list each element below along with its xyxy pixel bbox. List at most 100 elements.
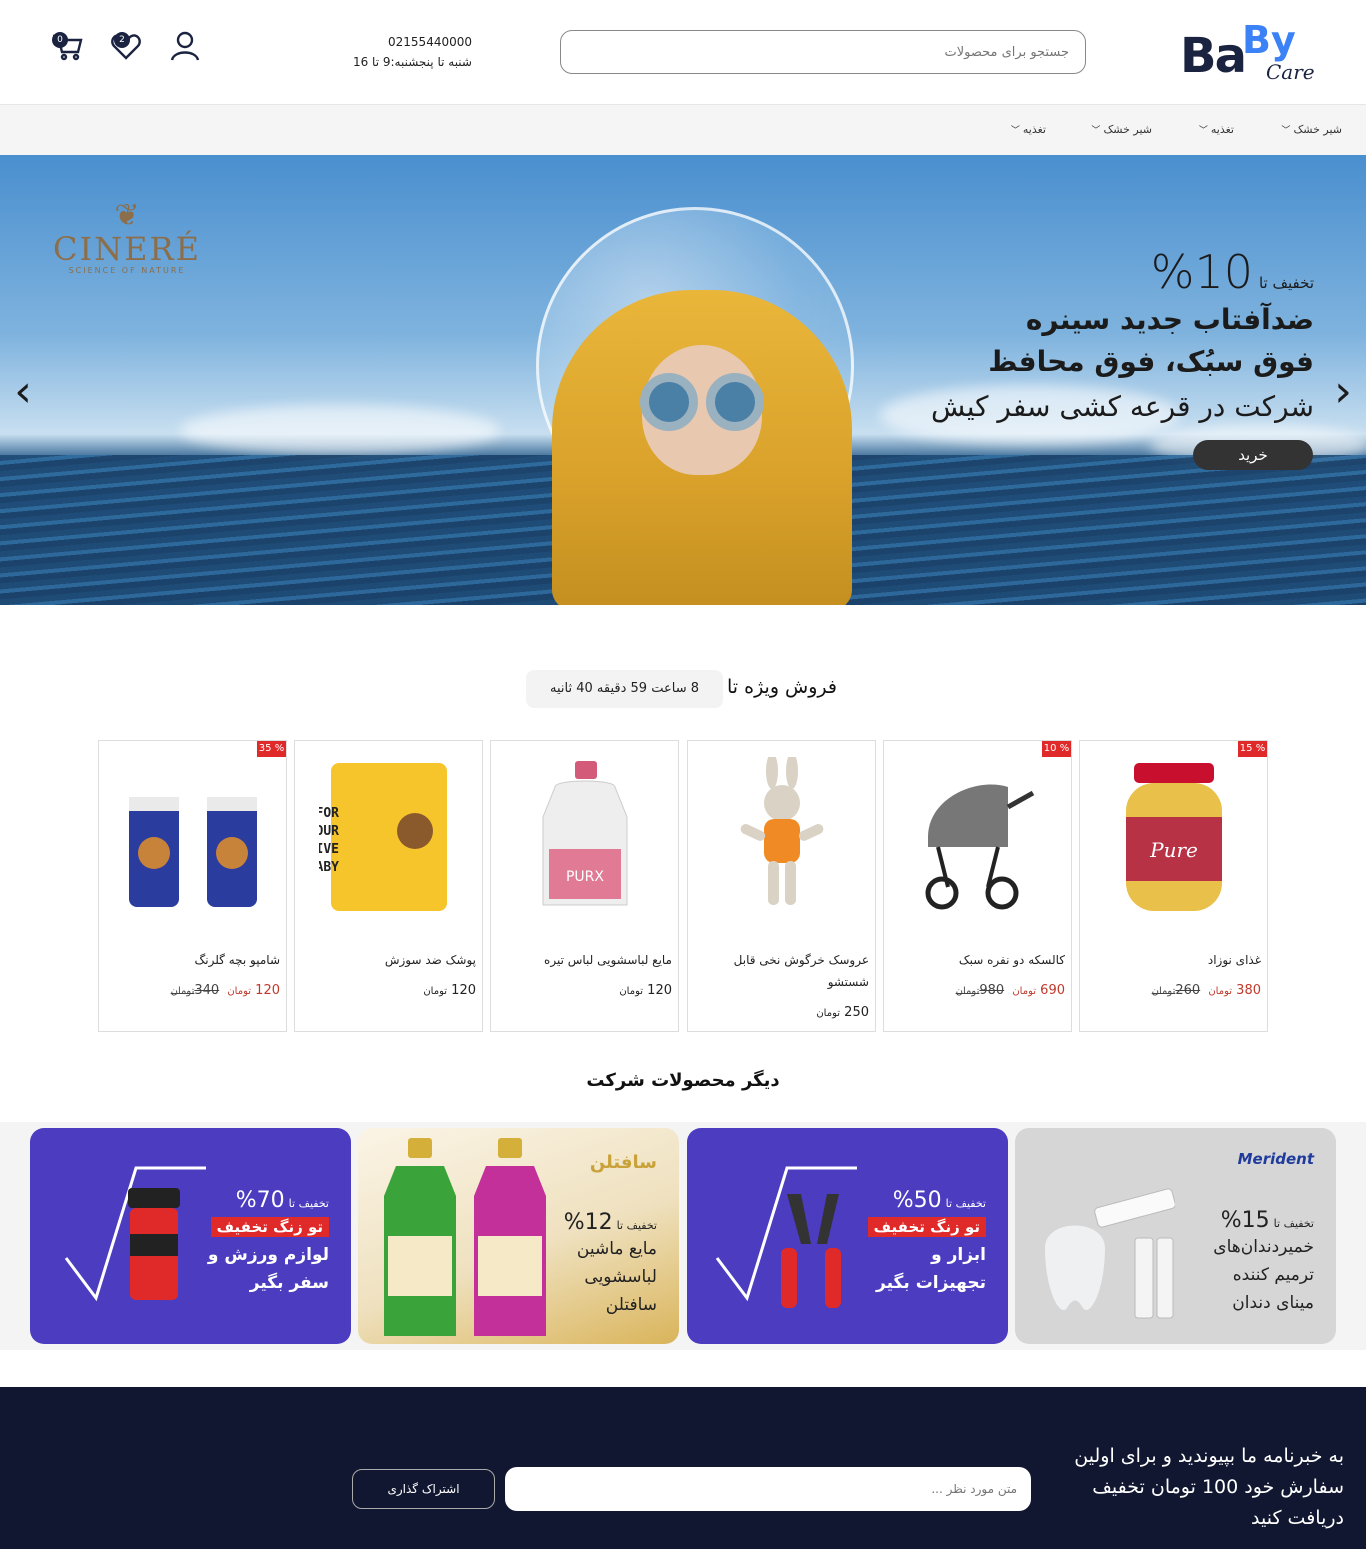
baby-food-jar-icon: Pure: [1126, 763, 1222, 911]
hero-discount-value: 10%: [1150, 245, 1253, 299]
logo-by: By: [1242, 18, 1296, 62]
special-sale-title: فروش ویژه تا: [727, 676, 837, 698]
product-card[interactable]: FOR YOUR ACTIVE BABY پوشک ضد سوزش 120 تو…: [294, 740, 483, 1032]
product-card[interactable]: 10 % کالسکه دو نفره سبک 690 تومان 980توم…: [883, 740, 1072, 1032]
old-price-value: 260: [1175, 983, 1201, 998]
heart-icon[interactable]: 2: [108, 28, 144, 64]
discount-badge: 35 %: [257, 741, 286, 757]
svg-text:YOUR: YOUR: [319, 824, 339, 839]
promo-text: تخفیف تا12% مایع ماشین لباسشویی سافتلن: [527, 1210, 657, 1319]
promo-line: مایع ماشین: [576, 1239, 657, 1259]
product-title[interactable]: پوشک ضد سوزش: [300, 949, 476, 971]
promo-tools[interactable]: تخفیف تا50% تو زنگ تخفیف ابزار و تجهیزات…: [687, 1128, 1008, 1344]
promo-text: تخفیف تا15% خمیردندان‌های ترمیم کننده می…: [1144, 1208, 1314, 1317]
merident-logo: Merident: [1237, 1150, 1314, 1168]
promo-prefix: تخفیف تا: [288, 1197, 329, 1210]
old-price-currency: تومان: [170, 986, 195, 997]
hero-line-2: فوق سبُک، فوق محافظ: [988, 345, 1314, 378]
promo-sports[interactable]: تخفیف تا70% تو زنگ تخفیف لوازم ورزش و سف…: [30, 1128, 351, 1344]
old-price: 260تومان: [1152, 983, 1201, 998]
product-card[interactable]: عروسک خرگوش نخی قابل شستشو 250 تومان: [687, 740, 876, 1032]
chevron-left-icon[interactable]: ‹: [8, 370, 38, 420]
product-title[interactable]: غذای نوزاد: [1085, 949, 1261, 971]
product-title[interactable]: مایع لباسشویی لباس تیره: [496, 949, 672, 971]
bunny-toy-icon: [740, 757, 824, 905]
price-value: 250: [844, 1005, 869, 1020]
promo-prefix: تخفیف تا: [945, 1197, 986, 1210]
search-input[interactable]: [561, 31, 1085, 73]
product-price: 120 تومان 340تومان: [171, 983, 280, 998]
hero-banner[interactable]: ❦ CINERÉ SCIENCE OF NATURE تخفیف تا 10% ض…: [0, 155, 1366, 605]
newsletter-input-box[interactable]: [505, 1467, 1031, 1511]
newsletter-input[interactable]: [505, 1467, 1031, 1511]
hero-text: تخفیف تا 10% ضدآفتاب جدید سینره فوق سبُک،…: [854, 245, 1314, 431]
search-box[interactable]: [560, 30, 1086, 74]
nav-item-label: شیر خشک: [1103, 123, 1152, 136]
promo-softlan[interactable]: سافتلن تخفیف تا12% مایع ماشین لباسشویی س…: [358, 1128, 679, 1344]
user-icon[interactable]: [167, 28, 203, 64]
promo-tag: تو زنگ تخفیف: [867, 1217, 986, 1237]
promo-prefix: تخفیف تا: [616, 1219, 657, 1232]
price-currency: تومان: [816, 1008, 841, 1019]
chevron-down-icon: ﹀: [1010, 126, 1020, 136]
newsletter-section: به خبرنامه ما بپیوندید و برای اولین سفار…: [0, 1387, 1366, 1549]
promo-line: سفر بگیر: [249, 1273, 329, 1293]
product-title[interactable]: کالسکه دو نفره سبک: [889, 949, 1065, 971]
hero-line-1: ضدآفتاب جدید سینره: [1025, 303, 1314, 336]
site-logo[interactable]: Ba By Care: [1180, 18, 1320, 88]
newsletter-text: به خبرنامه ما بپیوندید و برای اولین سفار…: [1074, 1445, 1344, 1529]
promo-pct: 70%: [235, 1188, 285, 1213]
hero-line-3: شرکت در قرعه کشی سفر کیش: [931, 390, 1314, 423]
product-price: 120 تومان: [423, 983, 476, 998]
promo-text: تخفیف تا70% تو زنگ تخفیف لوازم ورزش و سف…: [159, 1188, 329, 1297]
main-nav: شیر خشک﹀ تغذیه﹀ شیر خشک﹀ تغذیه﹀: [0, 104, 1366, 155]
product-price: 690 تومان 980تومان: [956, 983, 1065, 998]
promo-merident[interactable]: Merident تخفیف تا15% خمیردندان‌های ترمیم…: [1015, 1128, 1336, 1344]
nav-item-nutrition-2[interactable]: تغذیه﹀: [1011, 123, 1046, 136]
old-price: 340تومان: [171, 983, 220, 998]
promo-line: ابزار و: [931, 1245, 986, 1265]
nav-item-formula-1[interactable]: شیر خشک﹀: [1281, 123, 1342, 136]
old-price-value: 980: [979, 983, 1005, 998]
nav-item-formula-2[interactable]: شیر خشک﹀: [1091, 123, 1152, 136]
cart-icon[interactable]: 0: [50, 28, 86, 64]
nav-item-label: تغذیه: [1210, 123, 1234, 136]
softlan-logo: سافتلن: [589, 1152, 657, 1173]
promo-banners: Merident تخفیف تا15% خمیردندان‌های ترمیم…: [0, 1122, 1366, 1350]
cloud-shape: [180, 405, 500, 455]
price-currency: تومان: [227, 986, 252, 997]
product-card[interactable]: 35 % شامپو بچه گلرنگ 120 تومان 340تومان: [98, 740, 287, 1032]
hero-buy-button[interactable]: خرید: [1193, 440, 1313, 470]
product-card[interactable]: PURX مایع لباسشویی لباس تیره 120 تومان: [490, 740, 679, 1032]
old-price-currency: تومان: [955, 986, 980, 997]
product-title[interactable]: عروسک خرگوش نخی قابل شستشو: [693, 949, 869, 993]
promo-line: تجهیزات بگیر: [876, 1273, 986, 1293]
promo-text: تخفیف تا50% تو زنگ تخفیف ابزار و تجهیزات…: [816, 1188, 986, 1297]
price-value: 120: [451, 983, 476, 998]
old-price-value: 340: [194, 983, 220, 998]
promo-pct: 50%: [892, 1188, 942, 1213]
svg-text:FOR: FOR: [319, 806, 339, 821]
subscribe-button[interactable]: اشتراک گذاری: [352, 1469, 495, 1509]
site-header: Ba By Care 02155440000 شنبه تا پنجشنبه:9…: [0, 0, 1366, 104]
goggle-left-shape: [640, 373, 698, 431]
diaper-pack-icon: FOR YOUR ACTIVE BABY: [319, 763, 447, 911]
product-title[interactable]: شامپو بچه گلرنگ: [104, 949, 281, 971]
svg-text:Pure: Pure: [1149, 838, 1198, 862]
nav-item-label: تغذیه: [1022, 123, 1046, 136]
promo-pct: 15%: [1220, 1208, 1270, 1233]
contact-info: 02155440000 شنبه تا پنجشنبه:9 تا 16: [320, 32, 472, 72]
nav-item-nutrition-1[interactable]: تغذیه﹀: [1199, 123, 1234, 136]
phone-number: 02155440000: [388, 35, 472, 49]
promo-line: لباسشویی: [584, 1267, 657, 1287]
chevron-right-icon[interactable]: ›: [1328, 370, 1358, 420]
detergent-bottle-icon: PURX: [542, 761, 628, 906]
price-value: 380: [1236, 983, 1261, 998]
price-currency: تومان: [619, 986, 644, 997]
cart-count-badge: 0: [52, 32, 68, 48]
product-card[interactable]: 15 % Pure غذای نوزاد 380 تومان 260تومان: [1079, 740, 1268, 1032]
nav-item-label: شیر خشک: [1293, 123, 1342, 136]
leaf-icon: ❦: [114, 198, 140, 233]
product-price: 380 تومان 260تومان: [1152, 983, 1261, 998]
logo-care: Care: [1266, 60, 1315, 84]
